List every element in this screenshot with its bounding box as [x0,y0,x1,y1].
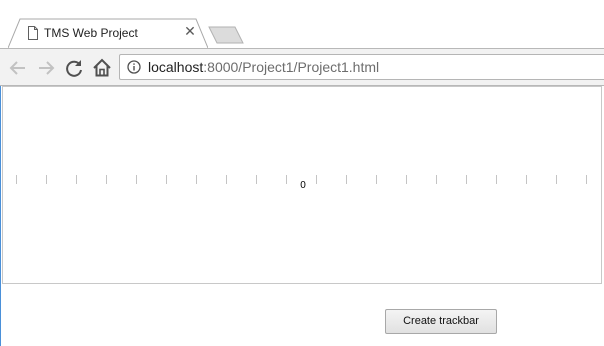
trackbar-tick [466,175,467,184]
trackbar-tick [46,175,47,184]
browser-tab[interactable]: TMS Web Project ✕ [8,18,208,48]
trackbar-tick [586,175,587,184]
tab-title: TMS Web Project [44,26,138,40]
url-text[interactable]: localhost:8000/Project1/Project1.html [148,59,379,75]
trackbar-tick [436,175,437,184]
trackbar-tick [196,175,197,184]
trackbar-tick [286,175,287,184]
trackbar-tick [316,175,317,184]
new-tab-icon[interactable] [208,26,248,44]
close-tab-icon[interactable]: ✕ [183,24,197,38]
url-host: localhost [148,59,204,75]
trackbar-tick [406,175,407,184]
trackbar-tick [16,175,17,184]
trackbar[interactable]: 0 [3,87,601,283]
document-icon [27,26,39,40]
trackbar-tick [226,175,227,184]
browser-window: TMS Web Project ✕ localhost:8000/Project… [0,0,604,346]
address-bar[interactable]: localhost:8000/Project1/Project1.html [119,54,604,80]
back-arrow-icon[interactable] [7,57,29,79]
forward-arrow-icon[interactable] [35,57,57,79]
trackbar-value-label: 0 [300,180,306,191]
trackbar-tick [76,175,77,184]
url-path: :8000/Project1/Project1.html [203,59,380,75]
trackbar-tick [496,175,497,184]
info-icon[interactable] [127,60,141,74]
trackbar-tick [346,175,347,184]
trackbar-tick [256,175,257,184]
page-content: 0 [2,86,602,284]
tab-strip: TMS Web Project ✕ [0,0,604,48]
trackbar-tick [556,175,557,184]
trackbar-tick [166,175,167,184]
trackbar-tick [106,175,107,184]
home-icon[interactable] [91,57,113,79]
create-trackbar-button[interactable]: Create trackbar [385,309,497,334]
browser-toolbar: localhost:8000/Project1/Project1.html [0,48,604,86]
trackbar-tick [136,175,137,184]
reload-icon[interactable] [63,57,85,79]
trackbar-tick [376,175,377,184]
trackbar-tick [526,175,527,184]
